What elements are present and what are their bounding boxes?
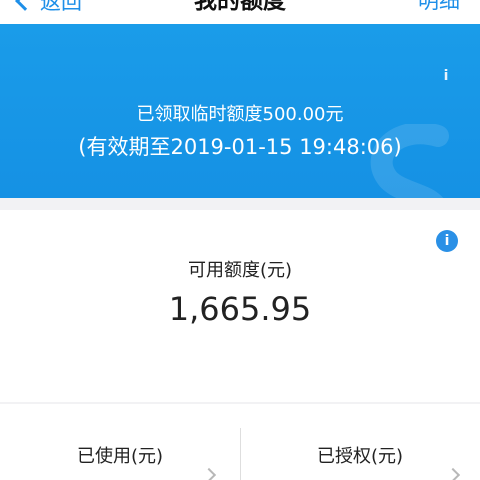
temp-credit-expiry: (有效期至2019-01-15 19:48:06) (78, 135, 402, 159)
temp-credit-text: 已领取临时额度500.00元 (136, 104, 344, 125)
detail-button[interactable]: 明细 (418, 0, 460, 16)
page-title: 我的额度 (194, 0, 286, 14)
used-credit-label: 已使用(元) (76, 446, 164, 467)
nav-bar: 返回 我的额度 明细 (0, 0, 480, 24)
available-credit-label: 可用额度(元) (187, 260, 293, 281)
temp-credit-banner: i 已领取临时额度500.00元 (有效期至2019-01-15 19:48:0… (0, 24, 480, 198)
used-credit-cell[interactable]: 已使用(元) (0, 404, 240, 480)
info-circle-icon[interactable]: i (436, 230, 458, 252)
chevron-right-icon (201, 467, 217, 480)
credit-breakdown: 已使用(元) 已授权(元) (0, 404, 480, 480)
available-credit-card: i 可用额度(元) 1,665.95 (0, 210, 480, 402)
chevron-right-icon (445, 467, 461, 480)
available-credit-amount: 1,665.95 (168, 290, 312, 328)
authorized-credit-label: 已授权(元) (316, 446, 404, 467)
authorized-credit-cell[interactable]: 已授权(元) (240, 404, 480, 480)
info-icon[interactable]: i (440, 68, 452, 84)
